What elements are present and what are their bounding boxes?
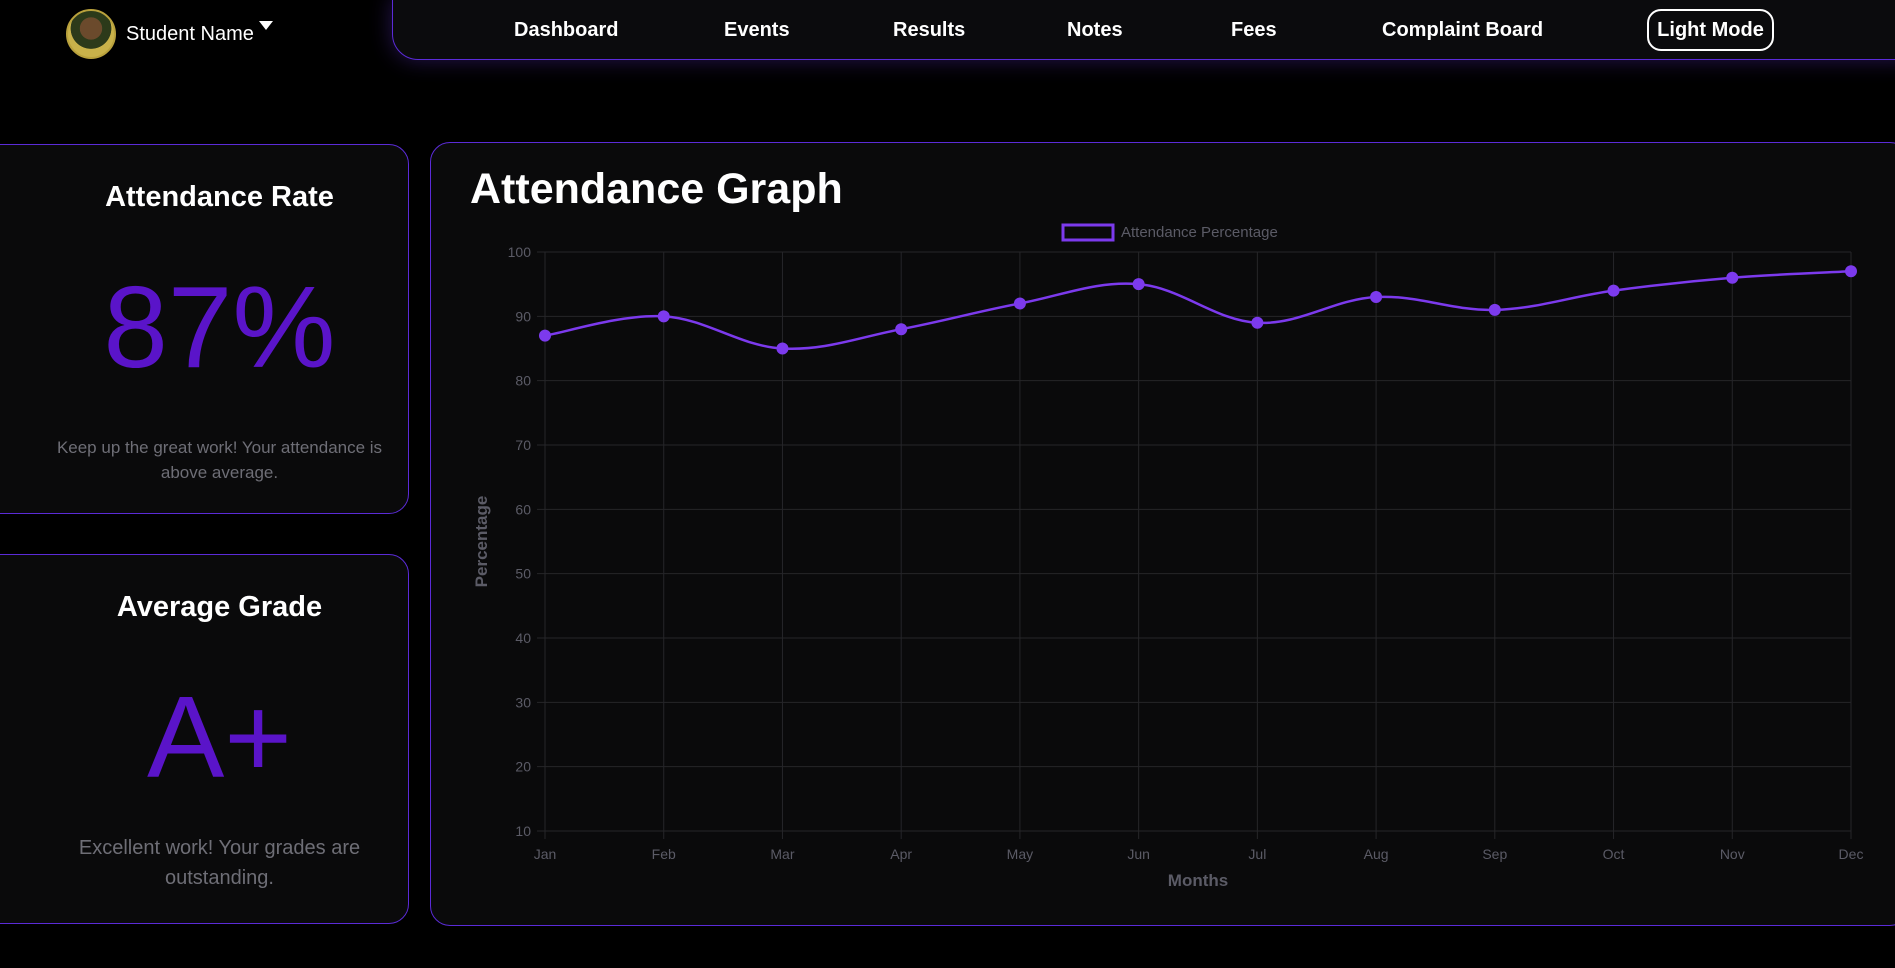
data-point xyxy=(895,323,908,336)
x-tick-label: Mar xyxy=(770,846,794,862)
x-axis-title: Months xyxy=(1168,871,1228,890)
average-grade-value: A+ xyxy=(146,672,293,802)
x-tick-label: Apr xyxy=(890,846,912,862)
y-tick-label: 10 xyxy=(515,823,531,839)
data-point xyxy=(539,329,551,342)
average-grade-title: Average Grade xyxy=(116,591,323,623)
data-point xyxy=(1132,278,1145,291)
data-point xyxy=(1726,271,1739,284)
y-tick-label: 40 xyxy=(515,630,531,646)
nav-fees[interactable]: Fees xyxy=(1231,19,1277,42)
attendance-rate-note: Keep up the great work! Your attendance … xyxy=(56,438,383,482)
average-grade-card: Average Grade A+ Excellent work! Your gr… xyxy=(0,554,409,924)
y-tick-label: 80 xyxy=(515,373,531,389)
x-tick-label: Jan xyxy=(534,846,557,862)
attendance-rate-value: 87% xyxy=(103,262,336,392)
nav-notes[interactable]: Notes xyxy=(1067,19,1123,42)
data-point xyxy=(1488,303,1501,316)
nav-results[interactable]: Results xyxy=(893,19,965,42)
attendance-graph-card: Attendance Graph 10 20 30 40 50 60 70 80 90 100 Ja… xyxy=(430,142,1895,926)
profile-menu[interactable]: Student Name xyxy=(66,8,346,60)
y-tick-label: 20 xyxy=(515,759,531,775)
light-mode-button[interactable]: Light Mode xyxy=(1647,9,1774,51)
nav-complaint-board[interactable]: Complaint Board xyxy=(1382,19,1543,42)
y-tick-label: 70 xyxy=(515,437,531,453)
attendance-line-chart: 10 20 30 40 50 60 70 80 90 100 Jan Feb Mar Apr May Jun J… xyxy=(472,223,1864,890)
data-point xyxy=(1251,316,1264,329)
attendance-rate-card: Attendance Rate 87% Keep up the great wo… xyxy=(0,144,409,514)
y-tick-label: 100 xyxy=(508,244,532,260)
chevron-down-icon[interactable] xyxy=(259,21,273,30)
y-tick-label: 90 xyxy=(515,308,531,324)
attendance-rate-title: Attendance Rate xyxy=(105,181,334,213)
x-tick-label: Jul xyxy=(1248,846,1266,862)
data-point xyxy=(1370,291,1383,304)
average-grade-note: Excellent work! Your grades are outstand… xyxy=(78,837,361,889)
y-tick-label: 50 xyxy=(515,566,531,582)
x-tick-label: Feb xyxy=(652,846,676,862)
legend-swatch xyxy=(1061,223,1115,242)
series-line-attendance xyxy=(544,270,1852,351)
x-tick-label: Jun xyxy=(1127,846,1150,862)
y-tick-label: 30 xyxy=(515,694,531,710)
data-point xyxy=(1845,265,1857,278)
avatar xyxy=(66,9,116,59)
data-point xyxy=(1013,297,1026,310)
data-point xyxy=(1607,284,1620,297)
x-tick-label: Oct xyxy=(1603,846,1625,862)
x-tick-label: Dec xyxy=(1839,846,1864,862)
y-axis-title: Percentage xyxy=(472,496,491,588)
nav-events[interactable]: Events xyxy=(724,19,790,42)
x-tick-label: Aug xyxy=(1364,846,1389,862)
student-name: Student Name xyxy=(126,22,254,45)
x-tick-label: May xyxy=(1007,846,1033,862)
nav-dashboard[interactable]: Dashboard xyxy=(514,19,618,42)
x-tick-label: Nov xyxy=(1720,846,1745,862)
data-point xyxy=(657,310,670,323)
y-tick-label: 60 xyxy=(515,501,531,517)
legend-label: Attendance Percentage xyxy=(1121,224,1278,241)
x-tick-label: Sep xyxy=(1482,846,1507,862)
data-point xyxy=(776,342,789,355)
top-navbar: Dashboard Events Results Notes Fees Comp… xyxy=(392,0,1895,60)
